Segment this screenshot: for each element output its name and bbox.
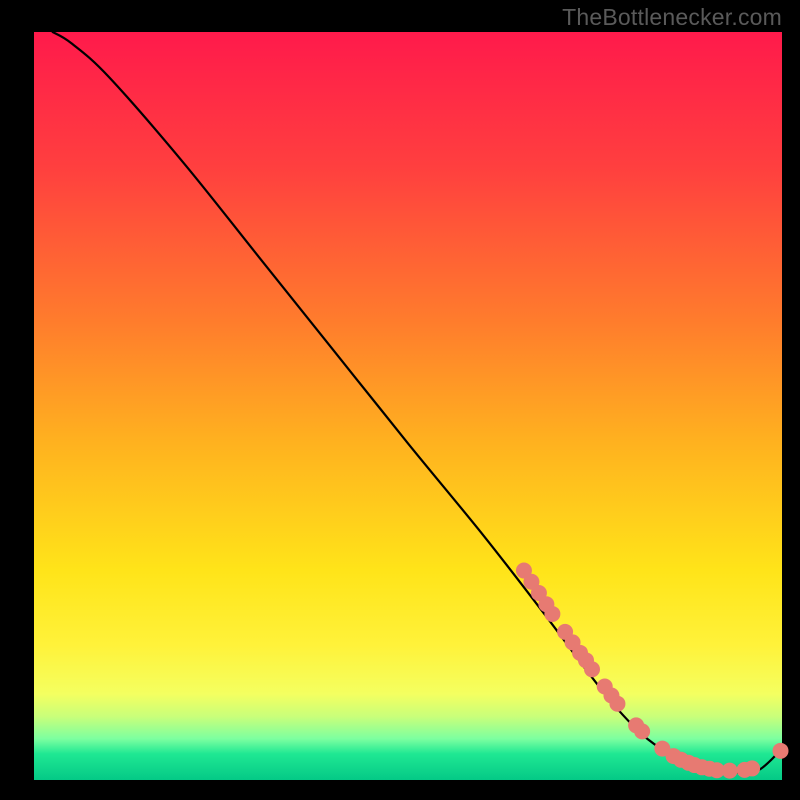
highlight-dot xyxy=(544,606,560,622)
highlight-dot xyxy=(634,723,650,739)
gradient-background xyxy=(34,32,782,780)
highlight-dot xyxy=(584,661,600,677)
watermark-text: TheBottlenecker.com xyxy=(562,4,782,31)
highlight-dot xyxy=(609,696,625,712)
bottleneck-chart xyxy=(0,0,800,800)
highlight-dot xyxy=(773,743,789,759)
highlight-dot xyxy=(744,760,760,776)
highlight-dot xyxy=(722,763,738,779)
chart-container: TheBottlenecker.com xyxy=(0,0,800,800)
